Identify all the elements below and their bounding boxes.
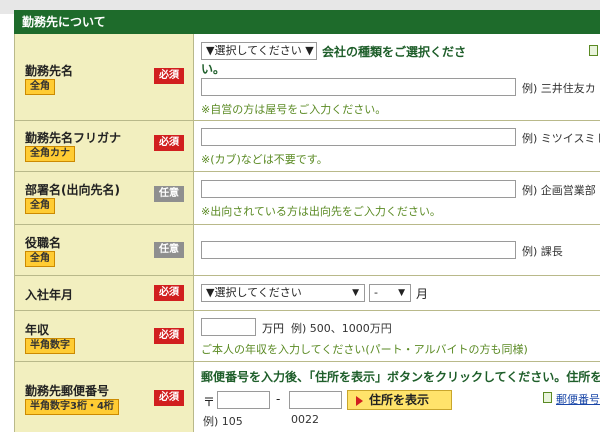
zip1-example: 例) 105 [203,415,243,428]
company-type-instruction: 会社の種類をご選択くださ [322,45,467,59]
income-unit: 万円 [262,322,284,335]
employer-name-input[interactable] [201,78,516,96]
section-title: 勤務先について [14,10,600,34]
join-month-select[interactable]: - ▼ [369,284,411,302]
department-example: 例) 企画営業部 [522,184,596,197]
row-employer: 勤務先名 全角 必須 ▼選択してください ▼ 会社の種類をご選択くださ い。 例… [15,34,600,121]
employer-kana-example: 例) ミツイスミトモ [522,132,600,145]
join-year-value: ▼選択してください [206,286,302,299]
show-address-button[interactable]: 住所を表示 [347,390,452,410]
position-example: 例) 課長 [522,245,563,258]
value-cell: 例) 課長 [194,225,600,275]
join-date-label: 入社年月 [25,288,74,302]
employer-note: ※自営の方は屋号をご入力ください。 [201,103,387,116]
employer-tag: 全角 [25,79,55,95]
label-cell: 勤務先名フリガナ 全角カナ 必須 [15,121,194,171]
label-cell: 部署名(出向先名) 全角 任意 [15,172,194,224]
arrow-right-icon [356,395,363,406]
income-input[interactable] [201,318,256,336]
employer-kana-tag: 全角カナ [25,146,75,162]
postal-lookup-link[interactable]: 郵便番号 [556,391,600,407]
row-postal: 勤務先郵便番号 半角数字3桁・4桁 必須 郵便番号を入力後、「住所を表示」ボタン… [15,362,600,432]
label-cell: 勤務先郵便番号 半角数字3桁・4桁 必須 [15,362,194,432]
document-icon [543,392,552,403]
employer-kana-label: 勤務先名フリガナ [25,131,122,145]
department-input[interactable] [201,180,516,198]
required-badge: 必須 [154,68,184,84]
required-badge: 必須 [154,135,184,151]
postal-mark: 〒 [203,395,216,409]
employment-form: 勤務先名 全角 必須 ▼選択してください ▼ 会社の種類をご選択くださ い。 例… [14,34,600,432]
postal-tag: 半角数字3桁・4桁 [25,399,119,415]
postal-dash: - [276,392,281,406]
income-example: 例) 500、1000万円 [291,322,392,335]
label-cell: 年収 半角数字 必須 [15,311,194,361]
chevron-down-icon: ▼ [398,288,405,298]
required-badge: 必須 [154,285,184,301]
row-join-date: 入社年月 必須 ▼選択してください ▼ - ▼ 月 [15,276,600,311]
required-badge: 必須 [154,390,184,406]
chevron-down-icon: ▼ [352,288,359,298]
employer-kana-input[interactable] [201,128,516,146]
position-tag: 全角 [25,251,55,267]
income-note: ご本人の年収を入力してください(パート・アルバイトの方も同様) [201,343,528,356]
show-address-label: 住所を表示 [369,393,430,407]
month-unit: 月 [416,287,429,301]
document-icon[interactable] [589,45,598,56]
department-note: ※出向されている方は出向先をご入力ください。 [201,205,441,218]
value-cell: 万円 例) 500、1000万円 ご本人の年収を入力してください(パート・アルバ… [194,311,600,361]
zip1-input[interactable] [217,391,270,409]
row-income: 年収 半角数字 必須 万円 例) 500、1000万円 ご本人の年収を入力してく… [15,311,600,362]
position-label: 役職名 [25,236,62,250]
required-badge: 必須 [154,328,184,344]
zip2-example: 0022 [291,413,319,426]
row-department: 部署名(出向先名) 全角 任意 例) 企画営業部 ※出向されている方は出向先をご… [15,172,600,225]
join-month-value: - [374,286,378,299]
zip2-input[interactable] [289,391,342,409]
position-input[interactable] [201,241,516,259]
row-position: 役職名 全角 任意 例) 課長 [15,225,600,276]
company-type-select[interactable]: ▼選択してください ▼ [201,42,317,60]
postal-label: 勤務先郵便番号 [25,384,110,398]
label-cell: 勤務先名 全角 必須 [15,34,194,120]
employer-label: 勤務先名 [25,64,74,78]
optional-badge: 任意 [154,242,184,258]
postal-instruction: 郵便番号を入力後、「住所を表示」ボタンをクリックしてください。住所を [201,370,600,384]
label-cell: 役職名 全角 任意 [15,225,194,275]
department-label: 部署名(出向先名) [25,183,120,197]
value-cell: 例) 企画営業部 ※出向されている方は出向先をご入力ください。 [194,172,600,224]
optional-badge: 任意 [154,186,184,202]
label-cell: 入社年月 必須 [15,276,194,310]
value-cell: 例) ミツイスミトモ ※(カブ)などは不要です。 [194,121,600,171]
row-employer-kana: 勤務先名フリガナ 全角カナ 必須 例) ミツイスミトモ ※(カブ)などは不要です… [15,121,600,172]
company-type-instruction-cont: い。 [201,62,226,76]
value-cell: ▼選択してください ▼ - ▼ 月 [194,276,600,310]
join-year-select[interactable]: ▼選択してください ▼ [201,284,365,302]
income-tag: 半角数字 [25,338,75,354]
value-cell: 郵便番号を入力後、「住所を表示」ボタンをクリックしてください。住所を 〒 - 住… [194,362,600,432]
income-label: 年収 [25,323,50,337]
value-cell: ▼選択してください ▼ 会社の種類をご選択くださ い。 例) 三井住友カ ※自営… [194,34,600,120]
employer-kana-note: ※(カブ)などは不要です。 [201,153,328,166]
department-tag: 全角 [25,198,55,214]
employer-example: 例) 三井住友カ [522,82,596,95]
